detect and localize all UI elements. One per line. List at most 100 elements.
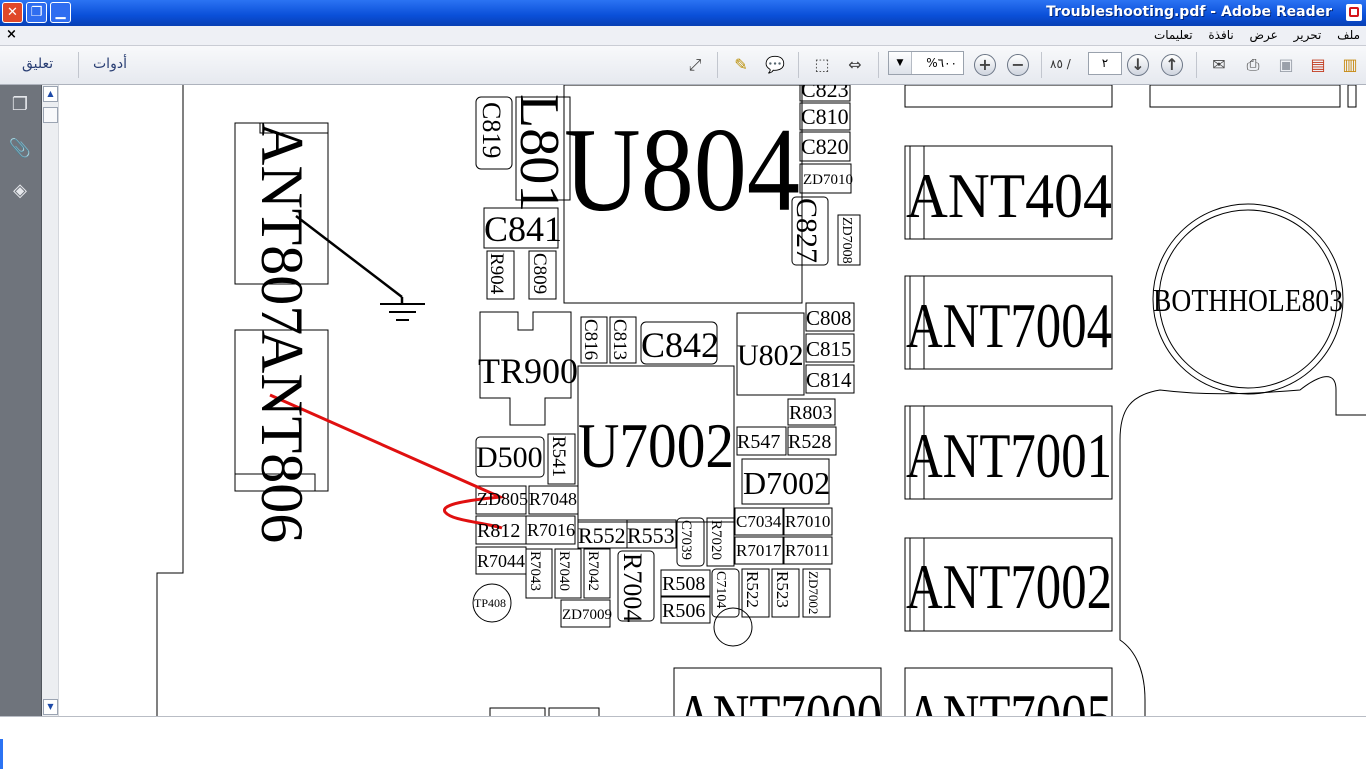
schematic-drawing: ANT807 ANT806 C819 L801 U804 C823 C810 C… — [156, 85, 1366, 716]
taskbar-edge — [0, 739, 3, 769]
schematic-label: C819 — [477, 102, 506, 158]
email-icon[interactable]: ✉ — [1207, 54, 1231, 76]
schematic-label: ANT807 — [249, 122, 315, 335]
schematic-label: R552 — [578, 523, 626, 548]
page-total: ٨٥ — [1050, 57, 1063, 71]
schematic-label: R506 — [662, 600, 705, 622]
schematic-label: R7043 — [527, 551, 543, 591]
restore-window-button[interactable]: ❐ — [26, 2, 47, 23]
schematic-label: C842 — [641, 325, 719, 365]
close-document-button[interactable]: × — [6, 27, 17, 42]
title-bar: ✕ ❐ ▁ Troubleshooting.pdf - Adobe Reader — [0, 0, 1366, 26]
schematic-label: R7048 — [529, 489, 577, 509]
page-number-input[interactable]: ٢ — [1088, 52, 1122, 75]
schematic-label: C7104 — [713, 571, 728, 608]
toolbar-separator — [878, 52, 879, 78]
schematic-label: C808 — [806, 306, 852, 330]
schematic-label: BOTHHOLE803 — [1153, 282, 1343, 318]
open-file-icon[interactable]: ▥ — [1338, 54, 1362, 76]
tools-pane-link[interactable]: أدوات — [93, 56, 127, 72]
print-icon[interactable]: ⎙ — [1241, 54, 1265, 76]
menu-view[interactable]: عرض — [1250, 28, 1278, 42]
schematic-label: U7002 — [578, 410, 734, 481]
schematic-label: C815 — [806, 337, 852, 361]
schematic-label: C820 — [801, 134, 849, 159]
schematic-label: R541 — [548, 436, 569, 477]
scroll-thumb[interactable] — [43, 107, 58, 123]
schematic-label: R803 — [789, 402, 832, 424]
fit-width-icon[interactable]: ⇔ — [843, 54, 867, 76]
schematic-label: R508 — [662, 573, 705, 595]
schematic-label: C7039 — [678, 520, 694, 560]
schematic-label: R7017 — [736, 541, 782, 560]
schematic-label: ANT7002 — [906, 551, 1112, 622]
board-outline — [156, 85, 184, 716]
comment-pane-link[interactable]: تعليق — [22, 56, 53, 72]
schematic-label: R7040 — [556, 551, 572, 591]
bottom-component-outline — [489, 707, 546, 716]
schematic-label: ANT7001 — [906, 420, 1112, 491]
schematic-label: ZD805 — [477, 489, 528, 509]
sticky-note-icon[interactable]: 💬 — [763, 54, 787, 76]
ground-icon — [380, 303, 425, 321]
bottom-component-outline — [548, 707, 600, 716]
fullscreen-icon[interactable]: ⤢ — [683, 54, 707, 76]
schematic-label: R522 — [743, 571, 762, 608]
schematic-label: R7044 — [477, 551, 525, 571]
schematic-label: C816 — [580, 319, 601, 360]
schematic-label: R7016 — [527, 520, 575, 540]
schematic-label: R7042 — [585, 551, 601, 591]
menu-window[interactable]: نافذة — [1208, 28, 1233, 42]
schematic-label: ZD7010 — [803, 172, 853, 188]
schematic-label: D7002 — [743, 465, 830, 501]
top-right-outline — [1149, 85, 1341, 108]
close-window-button[interactable]: ✕ — [2, 2, 23, 23]
toolbar: تعليق أدوات ⤢ ✎ 💬 ⬚ ⇔ + − ↓ ↑ ✉ ⎙ ▣ ▤ ▥ — [0, 46, 1366, 85]
status-area — [0, 716, 1366, 769]
page-thumbnails-icon[interactable]: ❐ — [8, 93, 32, 117]
scroll-down-button[interactable]: ▼ — [43, 699, 58, 715]
top-right-outline — [1347, 85, 1357, 108]
scroll-up-button[interactable]: ▲ — [43, 86, 58, 102]
page-count: ٨٥ / — [1050, 57, 1071, 71]
create-pdf-icon[interactable]: ▤ — [1306, 54, 1330, 76]
chevron-down-icon[interactable]: ▼ — [889, 52, 912, 74]
schematic-label: U804 — [564, 103, 800, 236]
zoom-value: %٦٠٠ — [926, 56, 957, 70]
schematic-label: ANT404 — [906, 160, 1112, 231]
schematic-label: R812 — [477, 520, 520, 542]
menu-list: ملف تحرير عرض نافذة تعليمات — [1142, 28, 1360, 42]
previous-page-icon[interactable]: ↑ — [1161, 54, 1185, 76]
schematic-label: TP408 — [474, 596, 506, 610]
navigation-panel: ❐ 📎 ◈ — [0, 85, 42, 716]
test-pad-outline — [713, 607, 753, 647]
schematic-label: C810 — [801, 104, 849, 129]
zoom-select[interactable]: ▼ %٦٠٠ — [888, 51, 964, 75]
save-icon[interactable]: ▣ — [1274, 54, 1298, 76]
page-separator: / — [1066, 57, 1071, 71]
schematic-label: R7004 — [618, 553, 647, 622]
attachments-icon[interactable]: 📎 — [8, 137, 32, 161]
schematic-label: ANT806 — [249, 330, 315, 543]
schematic-label: C809 — [529, 253, 550, 294]
schematic-label: ANT7005 — [906, 681, 1112, 716]
schematic-label: R7011 — [785, 541, 830, 560]
schematic-label: R547 — [737, 431, 780, 453]
fit-page-icon[interactable]: ⬚ — [810, 54, 834, 76]
next-page-icon[interactable]: ↓ — [1127, 54, 1151, 76]
menu-bar: × ملف تحرير عرض نافذة تعليمات — [0, 26, 1366, 46]
menu-file[interactable]: ملف — [1337, 28, 1360, 42]
schematic-label: R7020 — [708, 520, 724, 560]
vertical-scrollbar[interactable]: ▲ ▼ — [42, 85, 59, 716]
layers-icon[interactable]: ◈ — [8, 179, 32, 203]
schematic-label: R904 — [486, 253, 507, 295]
menu-edit[interactable]: تحرير — [1294, 28, 1322, 42]
zoom-out-icon[interactable]: − — [1007, 54, 1031, 76]
minimize-window-button[interactable]: ▁ — [50, 2, 71, 23]
document-view[interactable]: ANT807 ANT806 C819 L801 U804 C823 C810 C… — [59, 85, 1366, 716]
toolbar-separator — [717, 52, 718, 78]
highlight-text-icon[interactable]: ✎ — [729, 54, 753, 76]
toolbar-separator — [1041, 52, 1042, 78]
zoom-in-icon[interactable]: + — [974, 54, 998, 76]
menu-help[interactable]: تعليمات — [1154, 28, 1193, 42]
